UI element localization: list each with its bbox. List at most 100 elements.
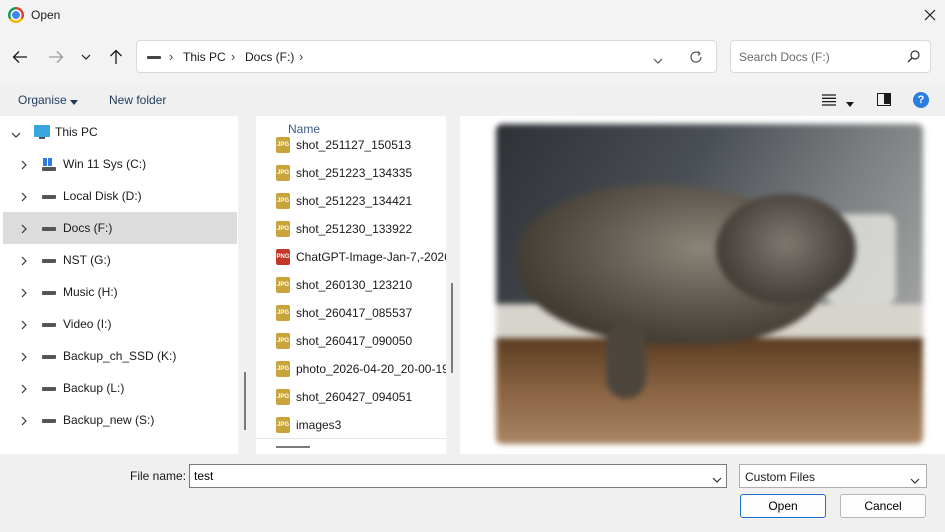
file-name: shot_260130_123210 [296, 278, 413, 292]
jpg-file-icon: JPG [276, 193, 290, 209]
open-button[interactable]: Open [740, 494, 826, 518]
navigation-bar: › This PC › Docs (F:) › Search Docs (F:) [0, 30, 945, 84]
address-dropdown-button[interactable] [653, 53, 663, 67]
file-item[interactable]: PNG ChatGPT-Image-Jan-7,-2026 [256, 243, 446, 271]
file-item[interactable]: JPG shot_251230_133922 [256, 215, 446, 243]
file-item[interactable]: JPG shot_260130_123210 [256, 271, 446, 299]
file-name: shot_251230_133922 [296, 222, 413, 236]
sidebar-item-win11-c[interactable]: Win 11 Sys (C:) [0, 148, 238, 180]
preview-image [496, 124, 923, 444]
back-button[interactable] [10, 47, 30, 67]
jpg-file-icon: JPG [276, 333, 290, 349]
file-name-dropdown[interactable] [712, 472, 722, 486]
file-type-select[interactable]: Custom Files [739, 464, 927, 488]
file-list: Name JPG shot_251127_150513 JPG shot_251… [256, 116, 446, 454]
sidebar-item-backup-ch-ssd-k[interactable]: Backup_ch_SSD (K:) [0, 340, 238, 372]
sidebar-item-backup-new-s[interactable]: Backup_new (S:) [0, 404, 238, 436]
bottom-bar: File name: Custom Files Open Cancel [0, 454, 945, 532]
file-list-horizontal-scrollbar[interactable] [276, 446, 310, 448]
sidebar-item-nst-g[interactable]: NST (G:) [0, 244, 238, 276]
file-list-scrollbar[interactable] [451, 283, 453, 373]
file-item[interactable]: JPG shot_260417_090050 [256, 327, 446, 355]
chevron-down-icon [910, 473, 920, 487]
file-name: images3 [296, 418, 342, 432]
close-icon [924, 9, 936, 21]
drive-icon [42, 167, 56, 171]
sidebar-item-label: Backup_new (S:) [63, 413, 155, 427]
sidebar-item-local-disk-d[interactable]: Local Disk (D:) [0, 180, 238, 212]
file-name: ChatGPT-Image-Jan-7,-2026 [296, 250, 446, 264]
jpg-file-icon: JPG [276, 221, 290, 237]
chevron-right-icon[interactable] [21, 287, 27, 301]
arrow-up-icon [110, 49, 122, 64]
file-name: shot_260427_094051 [296, 390, 413, 404]
file-name: shot_260417_090050 [296, 334, 413, 348]
chevron-right-icon[interactable] [21, 255, 27, 269]
search-box[interactable]: Search Docs (F:) [730, 40, 931, 73]
command-bar: Organise New folder ? [0, 84, 945, 116]
file-name: shot_260417_085537 [296, 306, 413, 320]
breadcrumb-this-pc[interactable]: This PC [183, 50, 226, 64]
drive-icon [42, 259, 56, 263]
refresh-icon [690, 51, 702, 63]
new-folder-button[interactable]: New folder [109, 93, 166, 107]
chevron-right-icon[interactable] [21, 319, 27, 333]
drive-icon [42, 291, 56, 295]
file-item[interactable]: JPG shot_251127_150513 [256, 131, 446, 159]
chevron-down-icon [653, 58, 663, 64]
navigation-pane: This PC Win 11 Sys (C:) Local Disk (D:) … [0, 116, 238, 454]
view-options-dropdown[interactable] [846, 96, 854, 110]
view-list-icon[interactable] [822, 94, 836, 109]
file-item[interactable]: JPG shot_251223_134335 [256, 159, 446, 187]
sidebar-item-docs-f[interactable]: Docs (F:) [3, 212, 237, 244]
file-item[interactable]: JPG shot_260417_085537 [256, 299, 446, 327]
drive-icon [42, 355, 56, 359]
refresh-button[interactable] [689, 50, 703, 67]
chevron-down-icon[interactable] [11, 127, 21, 141]
search-input[interactable]: Search Docs (F:) [739, 50, 830, 64]
up-button[interactable] [106, 47, 126, 67]
drive-icon [42, 387, 56, 391]
file-item[interactable]: JPG photo_2026-04-20_20-00-19 [256, 355, 446, 383]
sidebar-item-video-i[interactable]: Video (I:) [0, 308, 238, 340]
sidebar-item-label: NST (G:) [63, 253, 111, 267]
navigation-scrollbar[interactable] [244, 372, 246, 430]
caret-down-icon [70, 94, 78, 108]
file-name: shot_251223_134421 [296, 194, 413, 208]
sidebar-item-music-h[interactable]: Music (H:) [0, 276, 238, 308]
organise-button[interactable]: Organise [18, 93, 67, 107]
file-type-value: Custom Files [745, 470, 816, 484]
file-name-input[interactable] [189, 464, 727, 488]
preview-pane-toggle-icon[interactable] [877, 93, 891, 106]
preview-pane [460, 116, 945, 454]
breadcrumb-separator: › [299, 49, 304, 64]
chevron-right-icon[interactable] [21, 383, 27, 397]
forward-button[interactable] [46, 47, 66, 67]
file-item[interactable]: JPG shot_260427_094051 [256, 383, 446, 411]
drive-icon [42, 195, 56, 199]
address-bar[interactable]: › This PC › Docs (F:) › [136, 40, 717, 73]
windows-drive-icon [43, 158, 52, 166]
jpg-file-icon: JPG [276, 137, 290, 153]
chevron-right-icon[interactable] [21, 223, 27, 237]
breadcrumb-separator: › [231, 49, 236, 64]
file-name: shot_251223_134335 [296, 166, 413, 180]
jpg-file-icon: JPG [276, 361, 290, 377]
file-item[interactable]: JPG images3 [256, 411, 446, 439]
cancel-button[interactable]: Cancel [840, 494, 926, 518]
close-button[interactable] [915, 0, 945, 30]
chevron-right-icon[interactable] [21, 159, 27, 173]
file-item[interactable]: JPG shot_251223_134421 [256, 187, 446, 215]
chevron-right-icon[interactable] [21, 415, 27, 429]
breadcrumb-docs[interactable]: Docs (F:) [245, 50, 294, 64]
help-icon[interactable]: ? [913, 92, 929, 108]
sidebar-item-label: Music (H:) [63, 285, 118, 299]
chevron-right-icon[interactable] [21, 191, 27, 205]
recent-locations-button[interactable] [76, 47, 96, 67]
sidebar-item-this-pc[interactable]: This PC [0, 116, 238, 148]
file-name: shot_251127_150513 [296, 138, 412, 152]
chevron-right-icon[interactable] [21, 351, 27, 365]
drive-icon [147, 56, 161, 59]
sidebar-item-backup-l[interactable]: Backup (L:) [0, 372, 238, 404]
sidebar-item-label: Win 11 Sys (C:) [63, 157, 147, 171]
